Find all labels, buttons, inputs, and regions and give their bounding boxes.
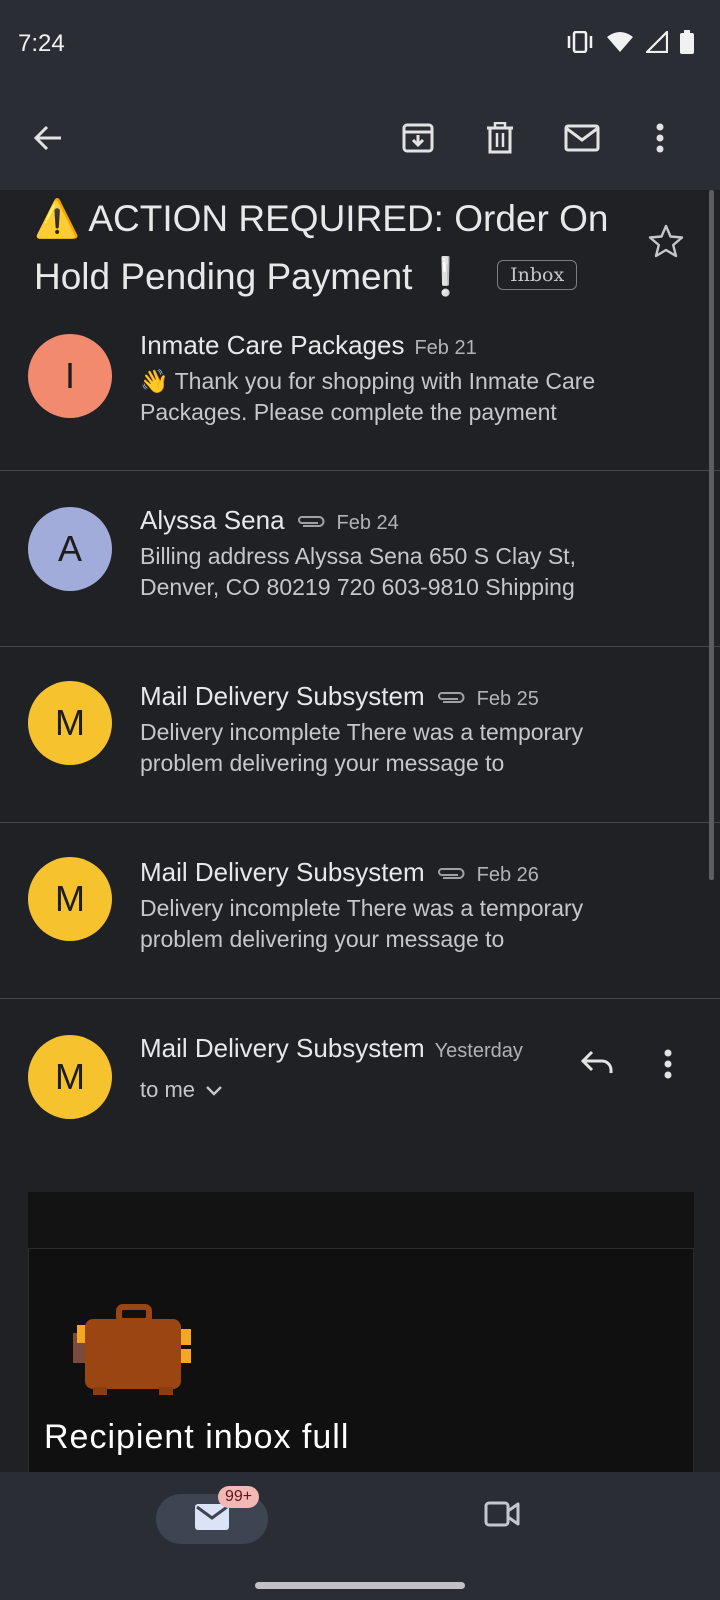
home-indicator[interactable] — [255, 1582, 465, 1589]
scrollbar[interactable] — [709, 190, 714, 880]
chevron-down-icon — [205, 1077, 223, 1103]
thread-content: ⚠️ ACTION REQUIRED: Order On Hold Pendin… — [0, 190, 720, 1472]
unread-count-badge: 99+ — [218, 1486, 260, 1508]
top-app-bar — [0, 88, 720, 190]
sender-line: Alyssa Sena Feb 24 — [140, 505, 399, 536]
message-date: Yesterday — [434, 1040, 523, 1062]
message-date: Feb 26 — [476, 864, 539, 886]
message-snippet: Delivery incomplete There was a temporar… — [140, 895, 584, 952]
star-icon[interactable] — [648, 224, 684, 263]
sender-line: Mail Delivery Subsystem Feb 26 — [140, 857, 539, 888]
avatar: M — [28, 681, 112, 765]
sender-line: Mail Delivery Subsystem Feb 25 — [140, 681, 539, 712]
bottom-navigation: 99+ — [0, 1472, 720, 1600]
collapsed-message[interactable]: A Alyssa Sena Feb 24 Billing address Aly… — [0, 470, 720, 646]
inbox-label-chip[interactable]: Inbox — [497, 260, 578, 291]
more-vert-icon[interactable] — [636, 114, 684, 162]
archive-icon[interactable] — [394, 114, 442, 162]
sender-name: Mail Delivery Subsystem — [140, 857, 425, 887]
avatar: M — [28, 1035, 112, 1119]
status-time: 7:24 — [18, 30, 65, 57]
full-mailbox-icon — [71, 1303, 195, 1404]
message-snippet: Billing address Alyssa Sena 650 S Clay S… — [140, 543, 576, 600]
thread-subject: ⚠️ ACTION REQUIRED: Order On Hold Pendin… — [34, 190, 634, 306]
recipient-details-toggle[interactable]: to me — [140, 1077, 223, 1103]
sender-name: Mail Delivery Subsystem — [140, 1033, 425, 1063]
battery-icon — [680, 30, 694, 59]
attachment-icon — [435, 691, 467, 710]
attachment-icon — [435, 867, 467, 886]
sender-name: Inmate Care Packages — [140, 330, 405, 360]
message-date: Feb 21 — [414, 337, 477, 359]
reply-icon[interactable] — [580, 1049, 614, 1080]
sender-line: Inmate Care Packages Feb 21 — [140, 330, 477, 361]
sender-line: Mail Delivery Subsystem Yesterday — [140, 1033, 523, 1064]
sender-name: Alyssa Sena — [140, 505, 285, 535]
message-date: Feb 24 — [336, 512, 399, 534]
status-icons — [566, 29, 694, 59]
warning-emoji: ⚠️ — [34, 198, 81, 239]
delete-icon[interactable] — [476, 114, 524, 162]
avatar: A — [28, 507, 112, 591]
meet-tab[interactable] — [484, 1500, 520, 1533]
vibrate-icon — [566, 30, 594, 58]
message-snippet: 👋 Thank you for shopping with Inmate Car… — [140, 368, 596, 425]
message-date: Feb 25 — [476, 688, 539, 710]
message-snippet: Delivery incomplete There was a temporar… — [140, 719, 584, 776]
avatar: M — [28, 857, 112, 941]
video-icon — [484, 1501, 520, 1532]
email-body-heading: Recipient inbox full — [44, 1418, 350, 1456]
collapsed-message[interactable]: M Mail Delivery Subsystem Feb 25 Deliver… — [0, 646, 720, 822]
attachment-icon — [295, 515, 327, 534]
avatar: I — [28, 334, 112, 418]
back-arrow-icon[interactable] — [24, 114, 72, 162]
cell-signal-icon — [644, 29, 669, 58]
wifi-icon — [606, 31, 634, 58]
mark-unread-icon[interactable] — [558, 114, 606, 162]
sender-name: Mail Delivery Subsystem — [140, 681, 425, 711]
expanded-message-header: M Mail Delivery Subsystem Yesterday to m… — [0, 998, 720, 1192]
message-more-icon[interactable] — [664, 1049, 672, 1084]
collapsed-message[interactable]: I Inmate Care Packages Feb 21 👋 Thank yo… — [0, 300, 720, 476]
collapsed-message[interactable]: M Mail Delivery Subsystem Feb 26 Deliver… — [0, 822, 720, 998]
recipient-text: to me — [140, 1077, 196, 1102]
status-bar: 7:24 — [0, 0, 720, 88]
exclamation-emoji: ❕ — [422, 256, 469, 297]
